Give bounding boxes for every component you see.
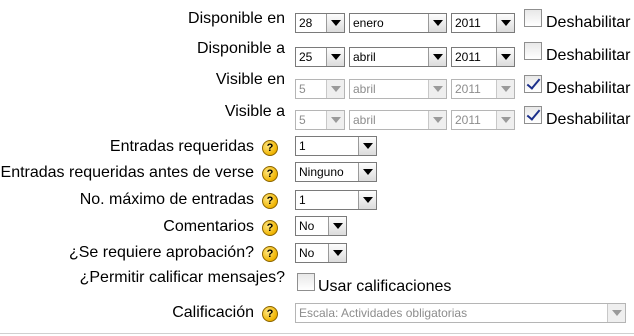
row-visible-to: Visible a 5 abril 2011 Deshabilitar [0, 100, 634, 130]
help-icon[interactable]: ? [262, 193, 278, 209]
available-from-disable-label: Deshabilitar [546, 14, 631, 31]
grade-value: Escala: Actividades obligatorias [299, 306, 468, 320]
available-to-label: Disponible a [196, 40, 285, 57]
comments-label: Comentarios [163, 218, 254, 235]
visible-from-day-select[interactable]: 5 [295, 79, 345, 99]
help-icon[interactable]: ? [262, 246, 278, 262]
available-to-disable-label: Deshabilitar [546, 47, 631, 64]
row-required-entries: Entradas requeridas ? 1 [0, 136, 634, 162]
available-from-label: Disponible en [188, 10, 285, 27]
required-before-view-select[interactable]: Ninguno [295, 162, 377, 182]
chevron-down-icon [428, 14, 446, 32]
chevron-down-icon [358, 163, 376, 181]
visible-to-disable-checkbox[interactable] [524, 106, 542, 124]
required-entries-label: Entradas requeridas [109, 138, 254, 155]
visible-to-disable-label: Deshabilitar [546, 111, 631, 128]
row-required-before-view: Entradas requeridas antes de verse ? Nin… [0, 162, 634, 188]
max-entries-select[interactable]: 1 [295, 190, 377, 210]
chevron-down-icon [428, 48, 446, 66]
approval-select[interactable]: No [295, 243, 347, 263]
max-entries-value: 1 [299, 193, 306, 207]
row-max-entries: No. máximo de entradas ? 1 [0, 189, 634, 215]
available-to-day-select[interactable]: 25 [295, 47, 345, 67]
grade-select[interactable]: Escala: Actividades obligatorias [295, 303, 626, 323]
chevron-down-icon [326, 111, 344, 129]
help-icon[interactable]: ? [262, 140, 278, 156]
row-allow-rating: ¿Permitir calificar mensajes? Usar calif… [0, 268, 634, 295]
chevron-down-icon [428, 80, 446, 98]
chevron-down-icon [496, 48, 514, 66]
row-visible-from: Visible en 5 abril 2011 Deshabilitar [0, 68, 634, 99]
allow-rating-label: ¿Permitir calificar mensajes? [79, 269, 285, 286]
chevron-down-icon [358, 191, 376, 209]
row-available-to: Disponible a 25 abril 2011 Deshabilitar [0, 38, 634, 67]
divider [0, 333, 634, 334]
visible-to-day-select[interactable]: 5 [295, 110, 345, 130]
help-icon[interactable]: ? [262, 220, 278, 236]
visible-to-month-select[interactable]: abril [349, 110, 447, 130]
visible-from-month-select[interactable]: abril [349, 79, 447, 99]
visible-to-year-value: 2011 [455, 113, 481, 127]
visible-from-year-value: 2011 [455, 82, 481, 96]
chevron-down-icon [428, 111, 446, 129]
visible-from-month-value: abril [353, 82, 376, 96]
visible-to-year-select[interactable]: 2011 [451, 110, 515, 130]
help-icon[interactable]: ? [262, 306, 278, 322]
comments-select[interactable]: No [295, 216, 347, 236]
available-to-month-value: abril [353, 50, 376, 64]
available-from-disable-checkbox[interactable] [524, 9, 542, 27]
required-before-view-label: Entradas requeridas antes de verse [0, 164, 254, 181]
available-from-month-select[interactable]: enero [349, 13, 447, 33]
visible-from-disable-checkbox[interactable] [524, 75, 542, 93]
use-ratings-checkbox[interactable] [297, 273, 315, 291]
row-approval: ¿Se requiere aprobación? ? No [0, 242, 634, 268]
visible-to-month-value: abril [353, 113, 376, 127]
row-comments: Comentarios ? No [0, 216, 634, 242]
available-from-year-select[interactable]: 2011 [451, 13, 515, 33]
comments-value: No [299, 219, 315, 233]
chevron-down-icon [328, 244, 346, 262]
row-grade: Calificación ? Escala: Actividades oblig… [0, 302, 634, 328]
required-entries-value: 1 [299, 139, 306, 153]
chevron-down-icon [326, 14, 344, 32]
approval-value: No [299, 246, 315, 260]
available-from-month-value: enero [353, 16, 384, 30]
approval-label: ¿Se requiere aprobación? [68, 244, 254, 261]
visible-from-year-select[interactable]: 2011 [451, 79, 515, 99]
chevron-down-icon [607, 304, 625, 322]
visible-from-disable-label: Deshabilitar [546, 80, 631, 97]
available-to-day-value: 25 [299, 50, 313, 64]
chevron-down-icon [328, 217, 346, 235]
required-before-view-value: Ninguno [299, 165, 344, 179]
help-icon[interactable]: ? [262, 166, 278, 182]
required-entries-select[interactable]: 1 [295, 136, 377, 156]
available-to-year-select[interactable]: 2011 [451, 47, 515, 67]
grade-label: Calificación [172, 304, 254, 321]
chevron-down-icon [496, 80, 514, 98]
chevron-down-icon [496, 14, 514, 32]
visible-from-day-value: 5 [299, 82, 306, 96]
available-to-year-value: 2011 [455, 50, 481, 64]
available-to-month-select[interactable]: abril [349, 47, 447, 67]
available-from-day-select[interactable]: 28 [295, 13, 345, 33]
chevron-down-icon [326, 80, 344, 98]
available-from-day-value: 28 [299, 16, 313, 30]
visible-from-label: Visible en [215, 71, 285, 88]
available-to-disable-checkbox[interactable] [524, 42, 542, 60]
use-ratings-label: Usar calificaciones [318, 278, 452, 295]
max-entries-label: No. máximo de entradas [79, 191, 254, 208]
row-available-from: Disponible en 28 enero 2011 Deshabilitar [0, 8, 634, 34]
chevron-down-icon [496, 111, 514, 129]
visible-to-day-value: 5 [299, 113, 306, 127]
available-from-year-value: 2011 [455, 16, 481, 30]
chevron-down-icon [326, 48, 344, 66]
chevron-down-icon [358, 137, 376, 155]
visible-to-label: Visible a [224, 103, 285, 120]
